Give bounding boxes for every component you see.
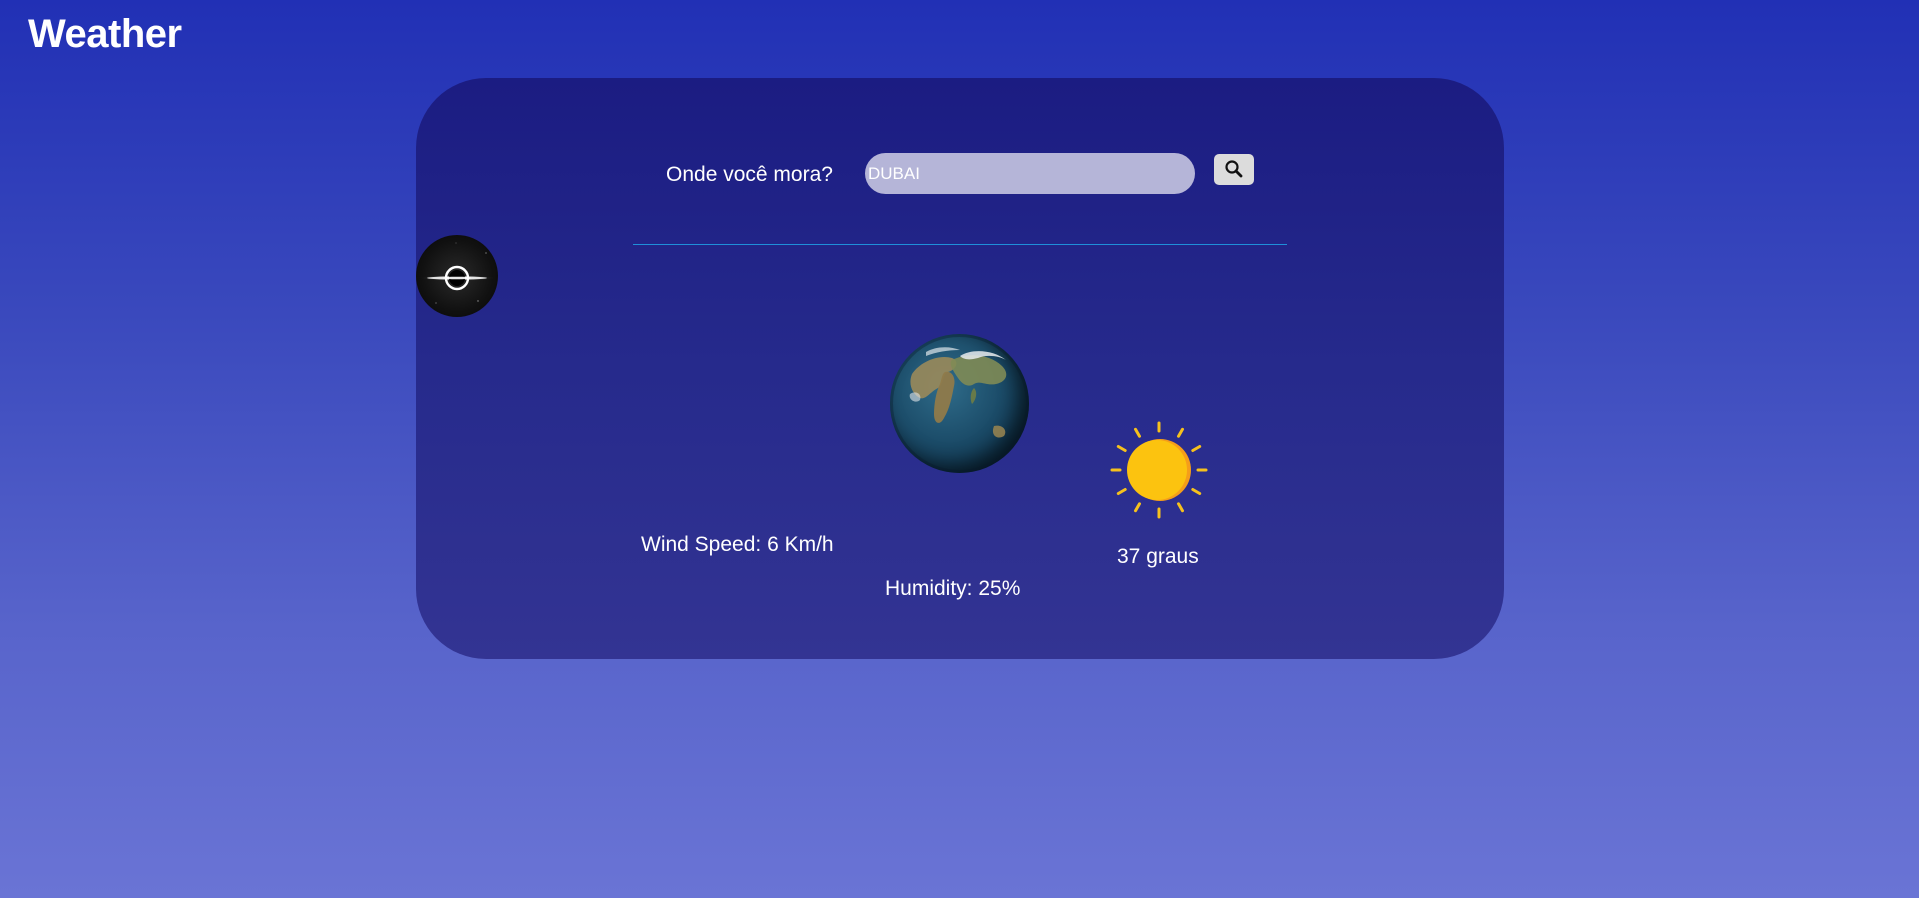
black-hole-icon (416, 235, 498, 317)
humidity-text: Humidity: 25% (885, 577, 1021, 600)
city-search-input[interactable] (865, 153, 1195, 194)
search-row: Onde você mora? (416, 153, 1504, 197)
app-title: Weather (28, 12, 182, 56)
wind-speed-text: Wind Speed: 6 Km/h (641, 533, 834, 556)
sun-icon (1110, 421, 1208, 519)
divider-line (633, 244, 1287, 245)
earth-globe-icon (890, 334, 1029, 473)
sun-graphic (1110, 421, 1208, 519)
weather-card: Onde você mora? DUBAI Wind Speed: 6 Km/h… (416, 78, 1504, 659)
black-hole-graphic (417, 242, 497, 304)
search-label: Onde você mora? (666, 163, 833, 186)
earth-graphic (890, 334, 1029, 473)
search-icon (1225, 160, 1243, 178)
temperature-text: 37 graus (1117, 545, 1199, 568)
search-button[interactable] (1214, 154, 1254, 185)
